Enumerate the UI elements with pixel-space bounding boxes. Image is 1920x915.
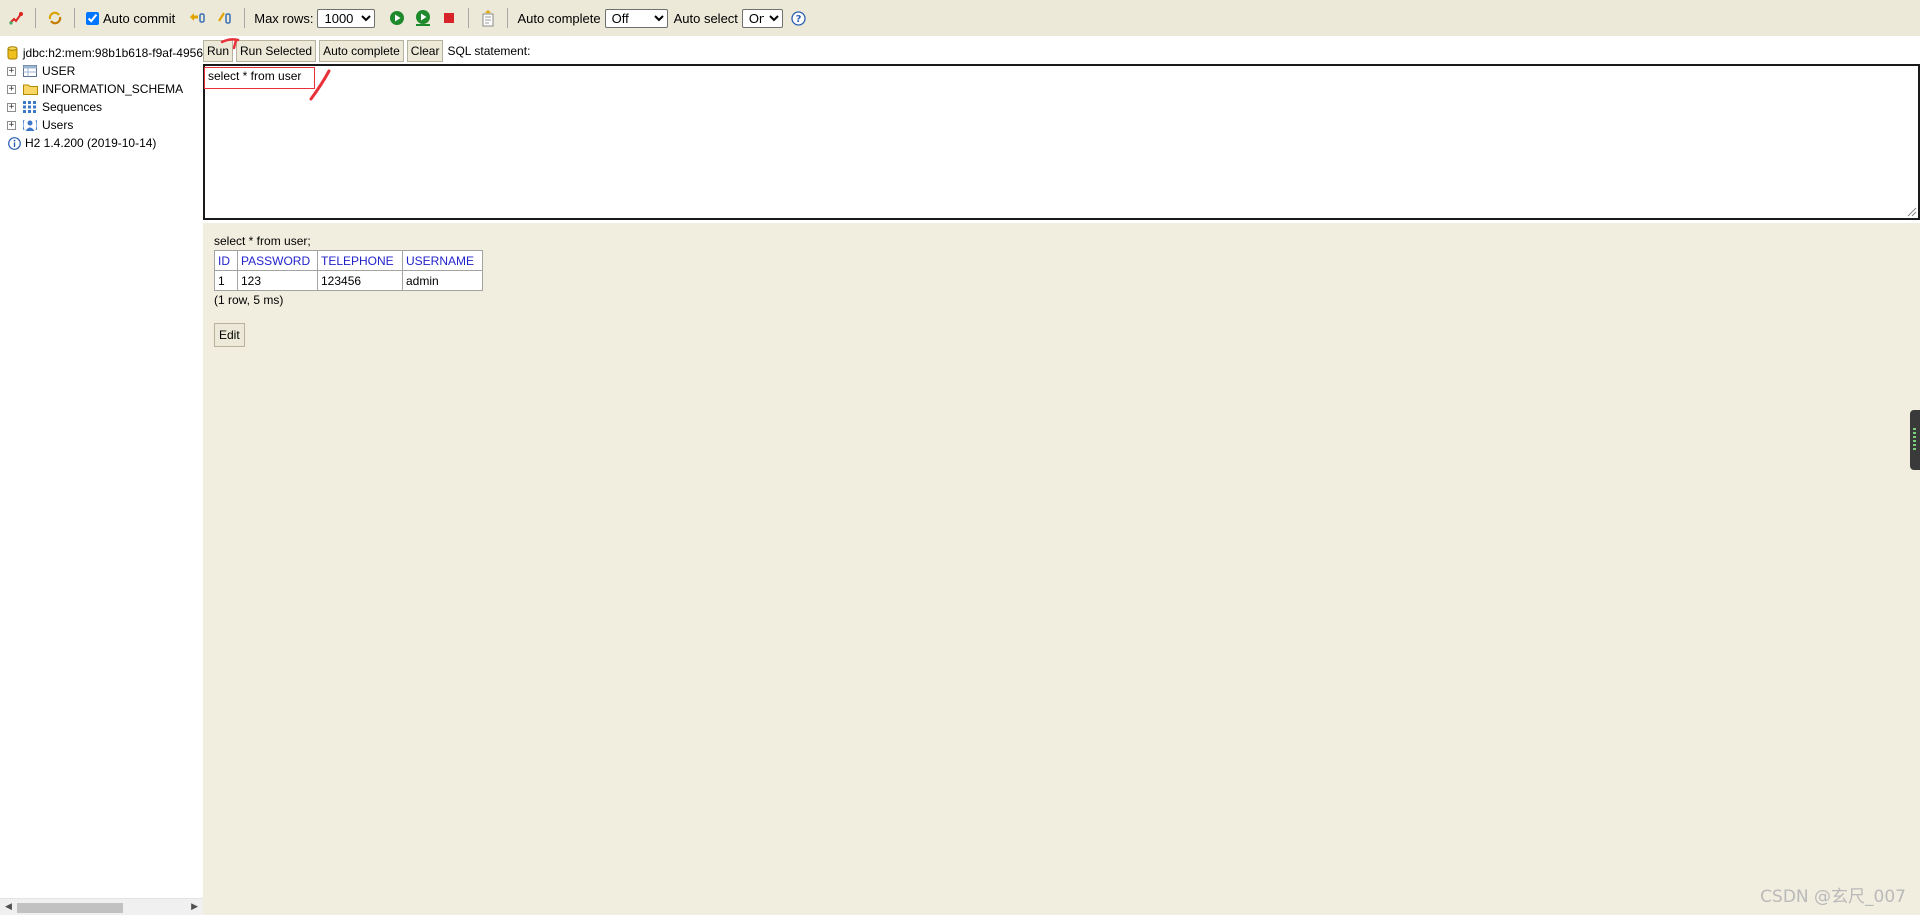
refresh-icon[interactable] [45, 8, 65, 28]
auto-complete-button[interactable]: Auto complete [319, 40, 404, 62]
result-table: ID PASSWORD TELEPHONE USERNAME 1 123 123… [214, 250, 483, 291]
query-panel: Run Run Selected Auto complete Clear SQL… [203, 36, 1920, 223]
auto-complete-label: Auto complete [517, 10, 601, 26]
cell-password: 123 [237, 270, 318, 291]
result-statement: select * from user; [214, 234, 311, 248]
info-icon [6, 136, 22, 150]
commit-icon[interactable] [215, 8, 235, 28]
history-icon[interactable] [478, 8, 498, 28]
scroll-right-icon[interactable]: ▶ [191, 901, 198, 912]
database-icon [6, 46, 20, 60]
column-header-telephone[interactable]: TELEPHONE [317, 250, 403, 271]
cell-id: 1 [214, 270, 238, 291]
svg-text:?: ? [796, 14, 802, 25]
toolbar-separator [35, 8, 36, 28]
table-row: 1 123 123456 admin [214, 270, 483, 291]
tree-item-label: Sequences [42, 100, 103, 114]
max-rows-select[interactable]: 1000 [317, 8, 376, 28]
folder-icon [22, 82, 38, 96]
result-panel: select * from user; ID PASSWORD TELEPHON… [214, 234, 483, 347]
tree-item-label: Users [42, 118, 74, 132]
expand-icon[interactable]: + [7, 66, 16, 76]
handle-grip-icon [1913, 428, 1916, 452]
expand-icon[interactable]: + [7, 102, 16, 112]
run-icon[interactable] [387, 8, 407, 28]
expand-icon[interactable]: + [7, 120, 16, 130]
toolbar-separator [507, 8, 509, 28]
scroll-left-icon[interactable]: ◀ [5, 901, 12, 912]
auto-commit-checkbox[interactable] [86, 11, 99, 25]
auto-select-label: Auto select [673, 10, 738, 26]
toolbar-separator [74, 8, 75, 28]
toolbar-separator [244, 8, 246, 28]
edit-button[interactable]: Edit [214, 323, 245, 347]
disconnect-icon[interactable] [6, 8, 26, 28]
tree-version-label: H2 1.4.200 (2019-10-14) [25, 136, 157, 150]
tree-item-users[interactable]: + Users [0, 116, 203, 134]
tree-item-sequences[interactable]: + Sequences [0, 98, 203, 116]
object-tree: jdbc:h2:mem:98b1b618-f9af-4956 + USER + … [0, 36, 203, 915]
run-selected-icon[interactable] [413, 8, 433, 28]
tree-item-label: INFORMATION_SCHEMA [42, 82, 184, 96]
tree-connection[interactable]: jdbc:h2:mem:98b1b618-f9af-4956 [0, 44, 203, 62]
tree-connection-label: jdbc:h2:mem:98b1b618-f9af-4956 [22, 46, 203, 60]
users-icon [22, 118, 38, 132]
auto-commit-label: Auto commit [103, 10, 176, 26]
horizontal-scrollbar[interactable]: ◀ ▶ [0, 898, 203, 915]
run-button[interactable]: Run [203, 40, 234, 62]
main-area: Run Run Selected Auto complete Clear SQL… [203, 36, 1920, 915]
scrollbar-thumb[interactable] [17, 903, 123, 913]
sql-text[interactable]: select * from user [208, 69, 301, 83]
query-button-row: Run Run Selected Auto complete Clear SQL… [203, 40, 530, 62]
cell-telephone: 123456 [317, 270, 403, 291]
stop-icon[interactable] [439, 8, 459, 28]
tree-item-user[interactable]: + USER [0, 62, 203, 80]
column-header-id[interactable]: ID [214, 250, 238, 271]
side-panel-handle[interactable] [1910, 410, 1920, 470]
column-header-password[interactable]: PASSWORD [237, 250, 318, 271]
result-info: (1 row, 5 ms) [214, 293, 284, 307]
column-header-username[interactable]: USERNAME [402, 250, 483, 271]
sql-statement-caption: SQL statement: [447, 44, 531, 58]
toolbar: Auto commit Max rows: 1000 Auto complete… [0, 0, 1920, 36]
sequence-icon [22, 100, 38, 114]
tree-item-label: USER [42, 64, 76, 78]
rollback-icon[interactable] [187, 8, 207, 28]
table-header-row: ID PASSWORD TELEPHONE USERNAME [214, 250, 483, 271]
table-icon [22, 64, 38, 78]
toolbar-separator [468, 8, 470, 28]
resize-grip-icon[interactable] [1907, 207, 1917, 217]
sql-editor[interactable]: select * from user [203, 64, 1920, 220]
help-icon[interactable]: ? [789, 8, 809, 28]
auto-complete-select[interactable]: Off [604, 8, 668, 28]
cell-username: admin [402, 270, 483, 291]
clear-button[interactable]: Clear [406, 40, 444, 62]
run-selected-button[interactable]: Run Selected [236, 40, 317, 62]
watermark: CSDN @玄尺_007 [1760, 887, 1906, 907]
tree-item-information-schema[interactable]: + INFORMATION_SCHEMA [0, 80, 203, 98]
auto-select-select[interactable]: On [741, 8, 783, 28]
tree-version: H2 1.4.200 (2019-10-14) [0, 134, 203, 152]
expand-icon[interactable]: + [7, 84, 16, 94]
max-rows-label: Max rows: [254, 10, 314, 26]
